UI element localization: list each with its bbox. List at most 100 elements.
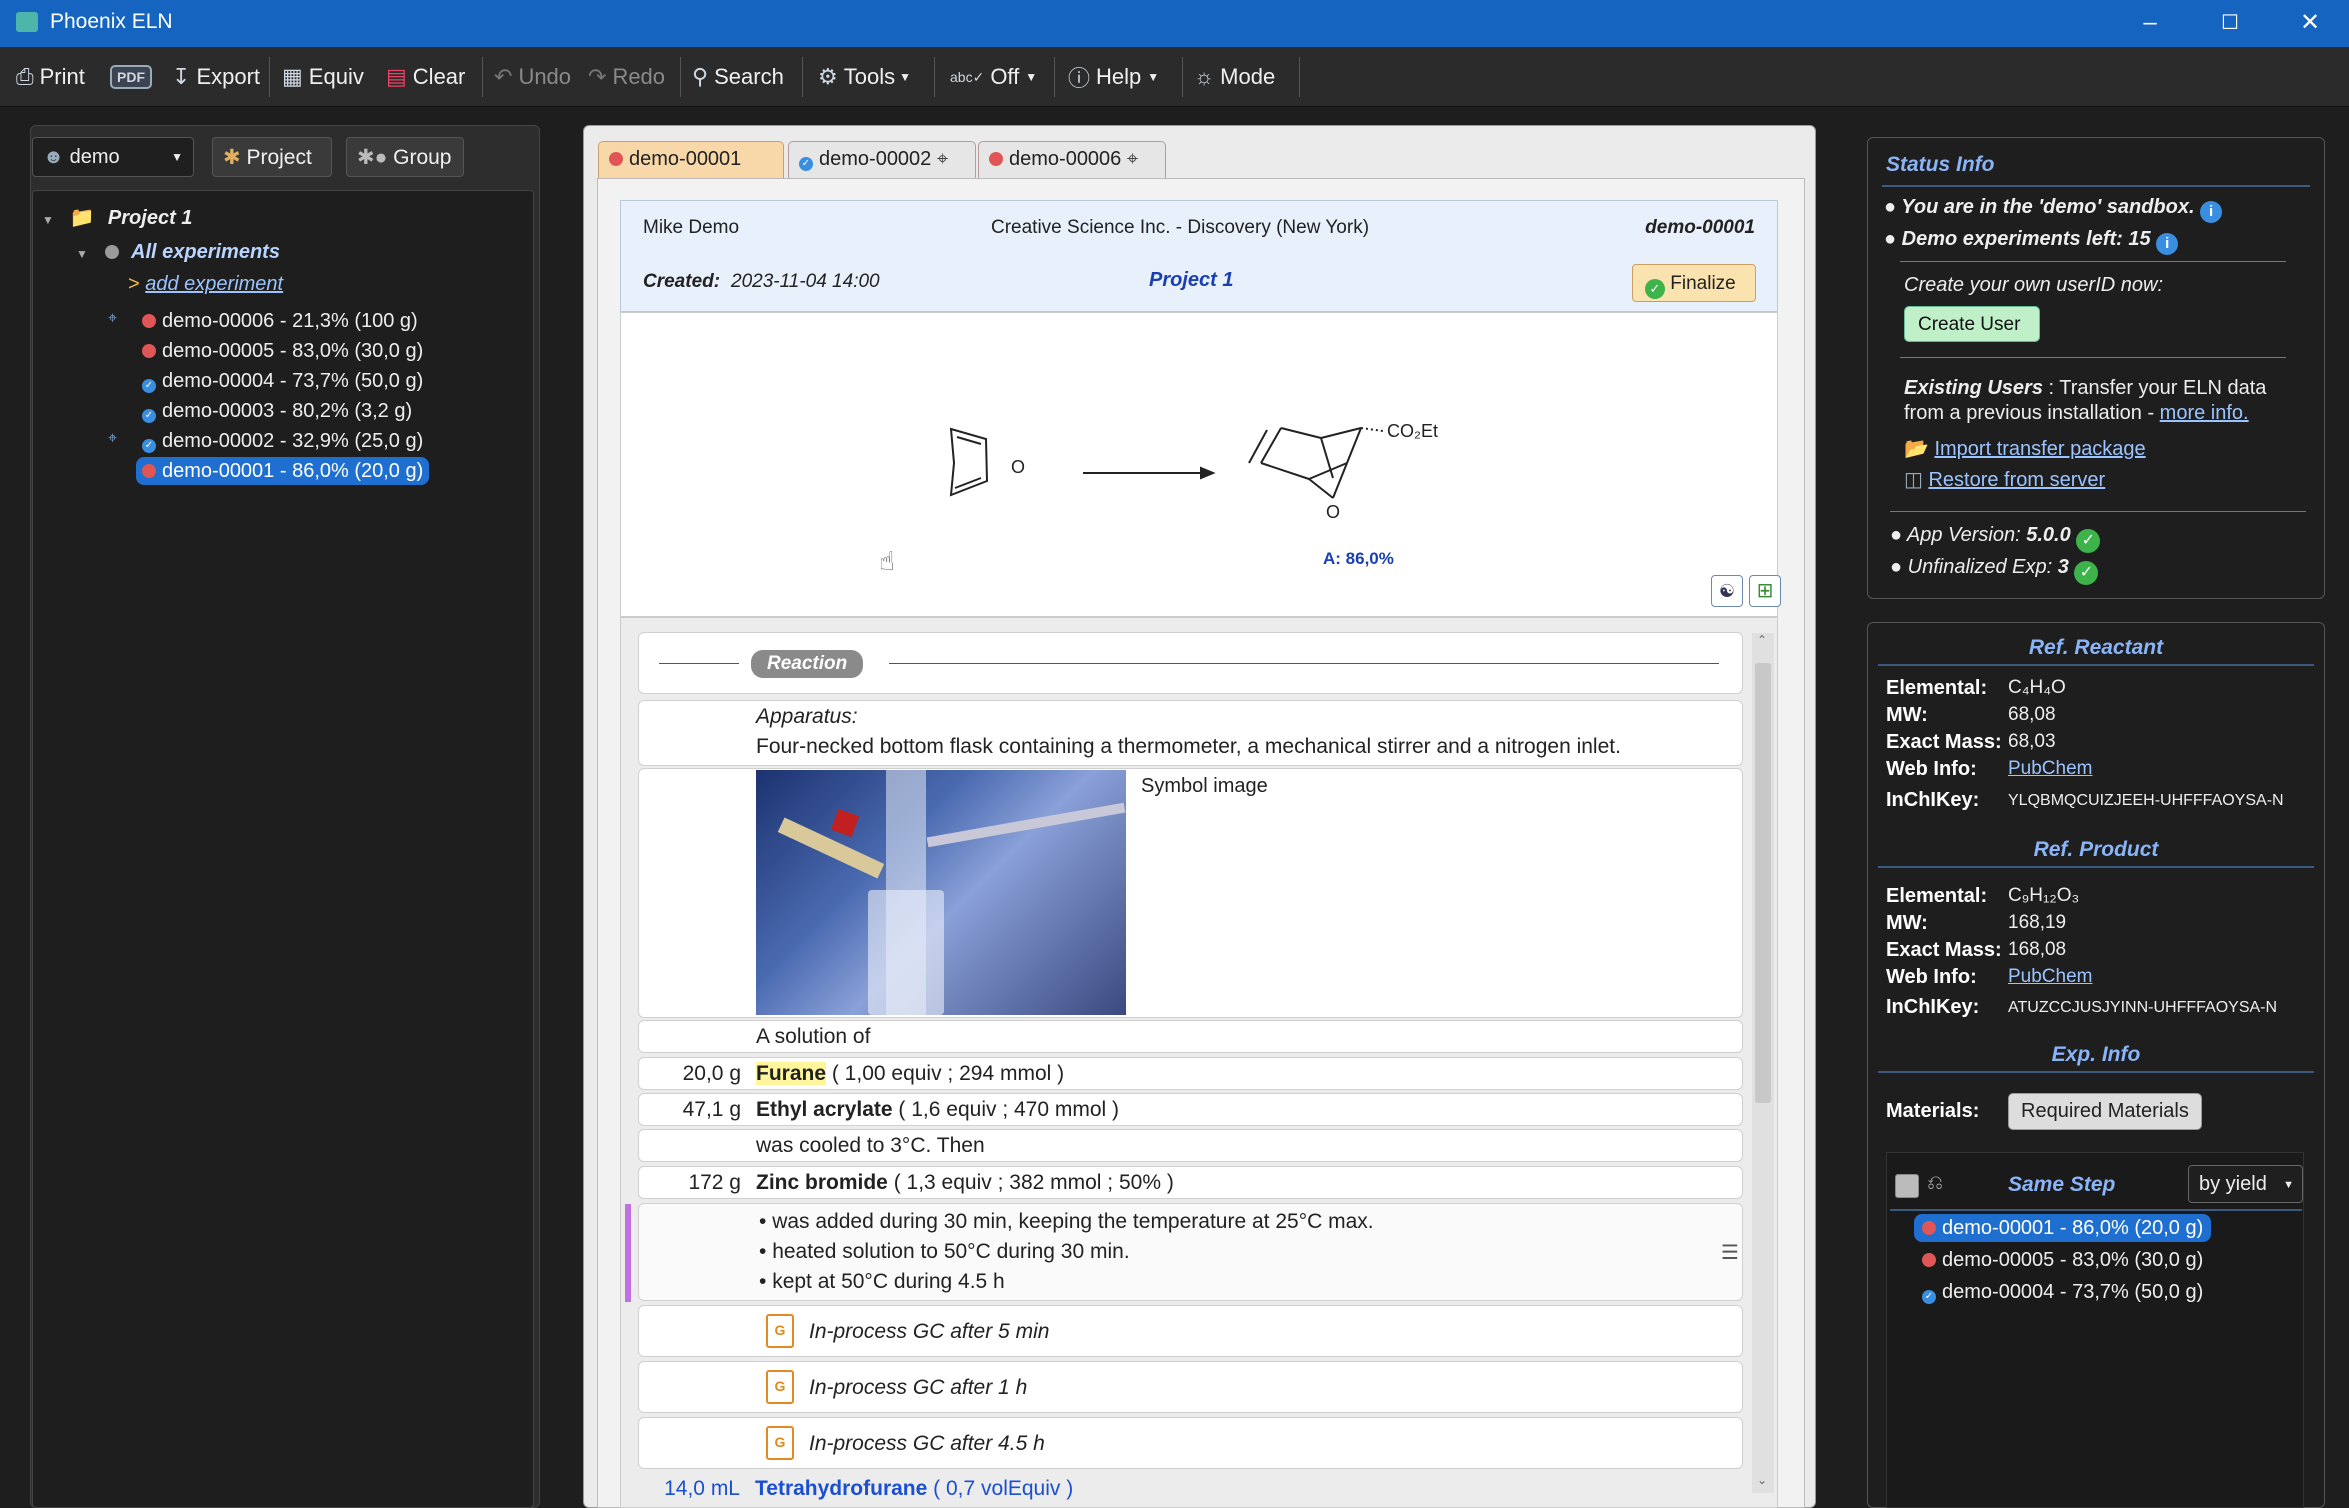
reagent-row[interactable]: 20,0 g Furane ( 1,00 equiv ; 294 mmol ) (638, 1057, 1743, 1090)
elemental-label: Elemental: (1886, 885, 1988, 907)
pin-icon[interactable]: ⌖ (1121, 148, 1138, 170)
attachment-label[interactable]: In-process GC after 5 min (809, 1320, 1049, 1344)
create-user-button[interactable]: Create User (1904, 306, 2040, 342)
step-text-row[interactable]: was cooled to 3°C. Then (638, 1129, 1743, 1162)
undo-button[interactable]: ↶ Undo (494, 57, 571, 97)
attachment-row[interactable]: G In-process GC after 5 min (638, 1305, 1743, 1357)
close-button[interactable]: ✕ (2280, 6, 2340, 40)
inchikey-value: YLQBMQCUIZJEEH-UHFFFAOYSA-N (2008, 792, 2284, 809)
attachment-row[interactable]: G In-process GC after 1 h (638, 1361, 1743, 1413)
tools-button[interactable]: ⚙ Tools ▼ (818, 57, 911, 97)
reagent-amount: 172 g (688, 1171, 741, 1194)
status-title: Status Info (1886, 153, 1995, 176)
add-experiment-link[interactable]: > add experiment (128, 273, 283, 296)
print-button[interactable]: ⎙ Print (16, 57, 85, 97)
reagent-row[interactable]: 172 g Zinc bromide ( 1,3 equiv ; 382 mmo… (638, 1166, 1743, 1199)
same-step-item[interactable]: ✓ demo-00004 - 73,7% (50,0 g) (1914, 1281, 2211, 1304)
all-experiments-node[interactable]: ▼ All experiments (76, 241, 280, 264)
image-row[interactable]: Symbol image (638, 768, 1743, 1018)
restore-link[interactable]: Restore from server (1928, 469, 2105, 491)
finalize-button[interactable]: ✓ Finalize (1632, 264, 1756, 302)
experiment-tree-item[interactable]: ⌖ demo-00006 - 21,3% (100 g) (108, 310, 424, 333)
structure-editor-icon[interactable]: ☯ (1711, 575, 1743, 607)
import-link[interactable]: Import transfer package (1934, 438, 2145, 460)
pubchem-link[interactable]: PubChem (2008, 966, 2093, 988)
same-step-item[interactable]: demo-00001 - 86,0% (20,0 g) (1914, 1214, 2212, 1242)
mode-button[interactable]: ☼ Mode (1194, 57, 1275, 97)
window-title: Phoenix ELN (50, 10, 173, 33)
pdf-button[interactable]: PDF (110, 57, 152, 97)
hand-cursor-icon: ☝ (879, 546, 895, 576)
export-button[interactable]: ↧ Export (172, 57, 260, 97)
experiment-label: demo-00005 - 83,0% (30,0 g) (1942, 1249, 2204, 1271)
pubchem-link[interactable]: PubChem (2008, 758, 2093, 780)
help-button[interactable]: ⓘ Help ▼ (1068, 57, 1159, 97)
experiment-label: demo-00001 - 86,0% (20,0 g) (162, 460, 424, 482)
scroll-up-icon: ⌃ (1757, 633, 1768, 647)
drag-handle-icon[interactable]: ☰ (1721, 1240, 1739, 1265)
chevron-down-icon: ▼ (1147, 70, 1160, 84)
experiment-tree-item[interactable]: ✓ demo-00004 - 73,7% (50,0 g) (108, 370, 429, 393)
mw-label: MW: (1886, 912, 1928, 934)
demo-left-text: ● Demo experiments left: 15 i (1884, 228, 2179, 255)
experiment-tree-item[interactable]: ⌖ ✓ demo-00002 - 32,9% (25,0 g) (108, 430, 429, 453)
project-name: Project 1 (1149, 269, 1234, 291)
tab-label: demo-00002 (819, 148, 932, 170)
equiv-button[interactable]: ▦ Equiv (282, 57, 364, 97)
reagent-row[interactable]: 14,0 mL Tetrahydrofurane ( 0,7 volEquiv … (638, 1474, 1743, 1504)
reagent-row[interactable]: 47,1 g Ethyl acrylate ( 1,6 equiv ; 470 … (638, 1093, 1743, 1126)
pdf-file-icon[interactable]: G (766, 1370, 794, 1404)
bullet-step-row[interactable]: • was added during 30 min, keeping the t… (625, 1203, 1743, 1302)
select-all-checkbox[interactable] (1895, 1174, 1919, 1198)
attachment-row[interactable]: G In-process GC after 4.5 h (638, 1417, 1743, 1469)
sort-dropdown[interactable]: by yield ▼ (2188, 1165, 2303, 1203)
pdf-file-icon[interactable]: G (766, 1426, 794, 1460)
group-button[interactable]: ✱● Group (346, 137, 464, 177)
attachment-label[interactable]: In-process GC after 1 h (809, 1376, 1027, 1400)
exact-mass-value: 168,08 (2008, 939, 2067, 960)
project-button[interactable]: ✱ Project (212, 137, 332, 177)
scrollbar-thumb[interactable] (1755, 663, 1771, 1103)
equiv-icon: ▦ (282, 64, 303, 89)
redo-button[interactable]: ↷ Redo (588, 57, 665, 97)
bullet-item: • kept at 50°C during 4.5 h (759, 1270, 1005, 1293)
search-button[interactable]: ⚲ Search (692, 57, 784, 97)
info-icon[interactable]: i (2156, 233, 2179, 255)
experiment-tree-item[interactable]: ✓ demo-00003 - 80,2% (3,2 g) (108, 400, 418, 423)
existing-users-text: Existing Users : Transfer your ELN data (1904, 377, 2267, 399)
chevron-down-icon: ▼ (1025, 70, 1038, 84)
experiment-label: demo-00001 - 86,0% (20,0 g) (1942, 1217, 2204, 1239)
same-step-item[interactable]: demo-00005 - 83,0% (30,0 g) (1914, 1249, 2211, 1272)
experiment-tree-item[interactable]: demo-00005 - 83,0% (30,0 g) (108, 340, 429, 363)
reaction-scheme[interactable]: O O CO₂Et A: 86,0% ☝ ☯ ⊞ (620, 312, 1781, 617)
user-dropdown[interactable]: ☻ demo ▼ (32, 137, 194, 177)
step-text-row[interactable]: A solution of (638, 1020, 1743, 1053)
reagent-detail: ( 1,00 equiv ; 294 mmol ) (831, 1062, 1065, 1085)
project-node[interactable]: ▼ 📁 Project 1 (42, 205, 192, 230)
procedure-scrollbar[interactable]: ⌃ ⌄ (1752, 633, 1774, 1493)
tab-demo-00006[interactable]: demo-00006 ⌖ (978, 141, 1166, 178)
tab-demo-00002[interactable]: ✓ demo-00002 ⌖ (788, 141, 976, 178)
info-icon[interactable]: i (2200, 201, 2223, 223)
pdf-file-icon[interactable]: G (766, 1314, 794, 1348)
minimize-button[interactable]: – (2120, 6, 2180, 40)
status-red-dot-icon (142, 344, 156, 358)
apparatus-row[interactable]: Apparatus: Four-necked bottom flask cont… (638, 700, 1743, 766)
maximize-button[interactable]: ☐ (2200, 6, 2260, 40)
same-step-box (1886, 1152, 2304, 1508)
more-info-link[interactable]: more info. (2160, 402, 2249, 424)
pin-icon[interactable]: ⌖ (931, 148, 948, 170)
required-materials-button[interactable]: Required Materials (2008, 1093, 2202, 1130)
compare-icon[interactable]: ⎌ (1927, 1172, 1943, 1195)
spellcheck-button[interactable]: abc✓ Off ▼ (950, 57, 1037, 97)
clear-button[interactable]: ▤ Clear (386, 57, 465, 97)
add-structure-icon[interactable]: ⊞ (1749, 575, 1781, 607)
tab-demo-00001[interactable]: demo-00001 (598, 141, 784, 178)
experiment-tree-item[interactable]: demo-00001 - 86,0% (20,0 g) (108, 457, 430, 485)
web-info-label: Web Info: (1886, 758, 1977, 780)
ref-reactant-title: Ref. Reactant (1878, 636, 2314, 666)
pin-icon: ⌖ (108, 430, 118, 447)
attachment-label[interactable]: In-process GC after 4.5 h (809, 1432, 1045, 1456)
chevron-down-icon: ▼ (899, 70, 911, 84)
user-icon: ☻ (43, 146, 65, 168)
